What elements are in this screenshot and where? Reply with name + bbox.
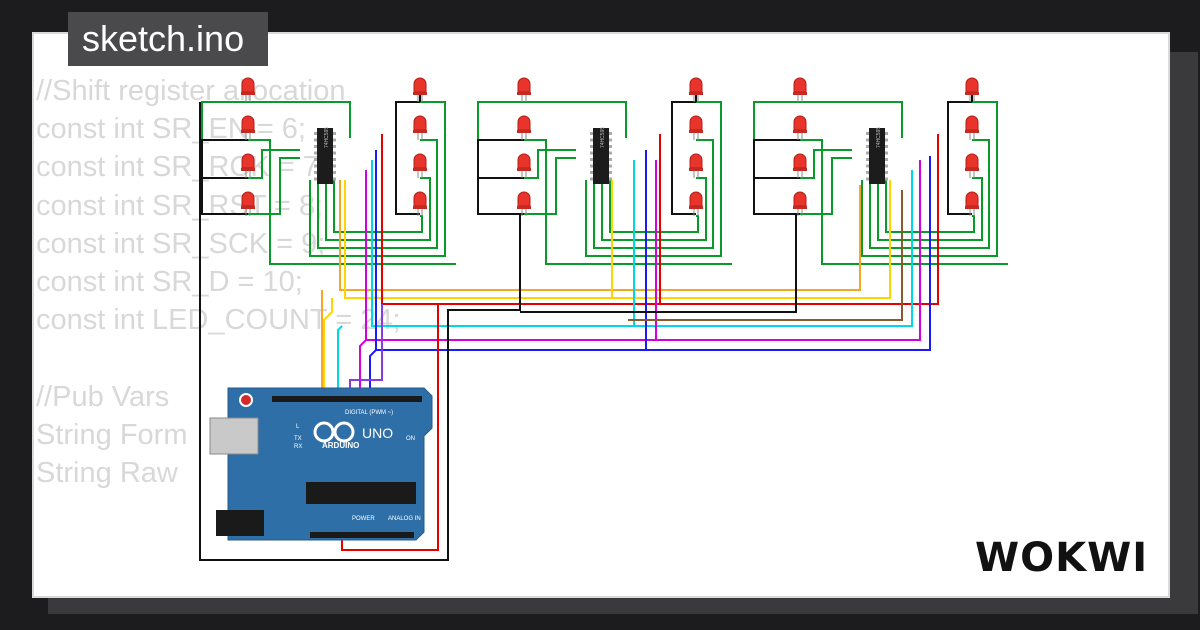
- power-header-label: POWER: [352, 516, 375, 522]
- wire: [248, 149, 300, 179]
- pin-wire: [337, 325, 343, 398]
- led[interactable]: [689, 153, 703, 178]
- led[interactable]: [965, 115, 979, 140]
- led[interactable]: [517, 191, 531, 216]
- wokwi-logo[interactable]: WOKWI: [975, 535, 1148, 581]
- svg-text:74HC595: 74HC595: [324, 127, 330, 148]
- file-title-badge[interactable]: sketch.ino: [68, 12, 269, 66]
- digital-header-label: DIGITAL (PWM ~): [345, 410, 393, 416]
- led[interactable]: [793, 153, 807, 178]
- led[interactable]: [965, 191, 979, 216]
- wire: [477, 101, 524, 141]
- rx-led-label: RX: [294, 444, 302, 450]
- led[interactable]: [241, 115, 255, 140]
- digital-header: [272, 396, 422, 402]
- wire: [201, 101, 248, 141]
- led[interactable]: [413, 191, 427, 216]
- wire: [609, 180, 699, 233]
- led[interactable]: [689, 115, 703, 140]
- atmega-chip: [306, 482, 416, 504]
- led[interactable]: [413, 153, 427, 178]
- analog-header-label: ANALOG IN: [388, 516, 421, 522]
- wire: [477, 139, 524, 179]
- arduino-brand-label: ARDUINO: [322, 441, 359, 450]
- on-led-label: ON: [406, 436, 415, 442]
- arduino-uno-board[interactable]: DIGITAL (PWM ~) POWER ANALOG IN ARDUINO …: [209, 387, 433, 541]
- led[interactable]: [241, 191, 255, 216]
- shift-register-chip[interactable]: 74HC595: [314, 127, 336, 184]
- led[interactable]: [965, 153, 979, 178]
- board-model-label: UNO: [362, 425, 393, 441]
- led[interactable]: [517, 115, 531, 140]
- wire: [201, 139, 248, 179]
- led[interactable]: [793, 115, 807, 140]
- shift-register-chip[interactable]: 74HC595: [866, 127, 888, 184]
- reset-button[interactable]: [239, 393, 253, 407]
- svg-text:74HC595: 74HC595: [600, 127, 606, 148]
- pin-wire: [323, 298, 333, 398]
- wire: [753, 101, 800, 141]
- power-analog-header: [310, 532, 414, 538]
- wire: [248, 157, 300, 215]
- power-jack: [216, 510, 264, 536]
- shift-register-chip[interactable]: 74HC595: [590, 127, 612, 184]
- usb-port: [209, 417, 259, 455]
- led[interactable]: [793, 191, 807, 216]
- led[interactable]: [517, 77, 531, 102]
- led[interactable]: [241, 77, 255, 102]
- led[interactable]: [241, 153, 255, 178]
- led[interactable]: [689, 191, 703, 216]
- led[interactable]: [413, 115, 427, 140]
- wire: [753, 139, 800, 179]
- svg-text:74HC595: 74HC595: [876, 127, 882, 148]
- wire: [800, 149, 852, 179]
- wire: [800, 157, 852, 215]
- wire: [524, 149, 576, 179]
- led[interactable]: [793, 77, 807, 102]
- wire: [333, 180, 423, 233]
- wire: [524, 157, 576, 215]
- tx-led-label: TX: [294, 436, 302, 442]
- led[interactable]: [517, 153, 531, 178]
